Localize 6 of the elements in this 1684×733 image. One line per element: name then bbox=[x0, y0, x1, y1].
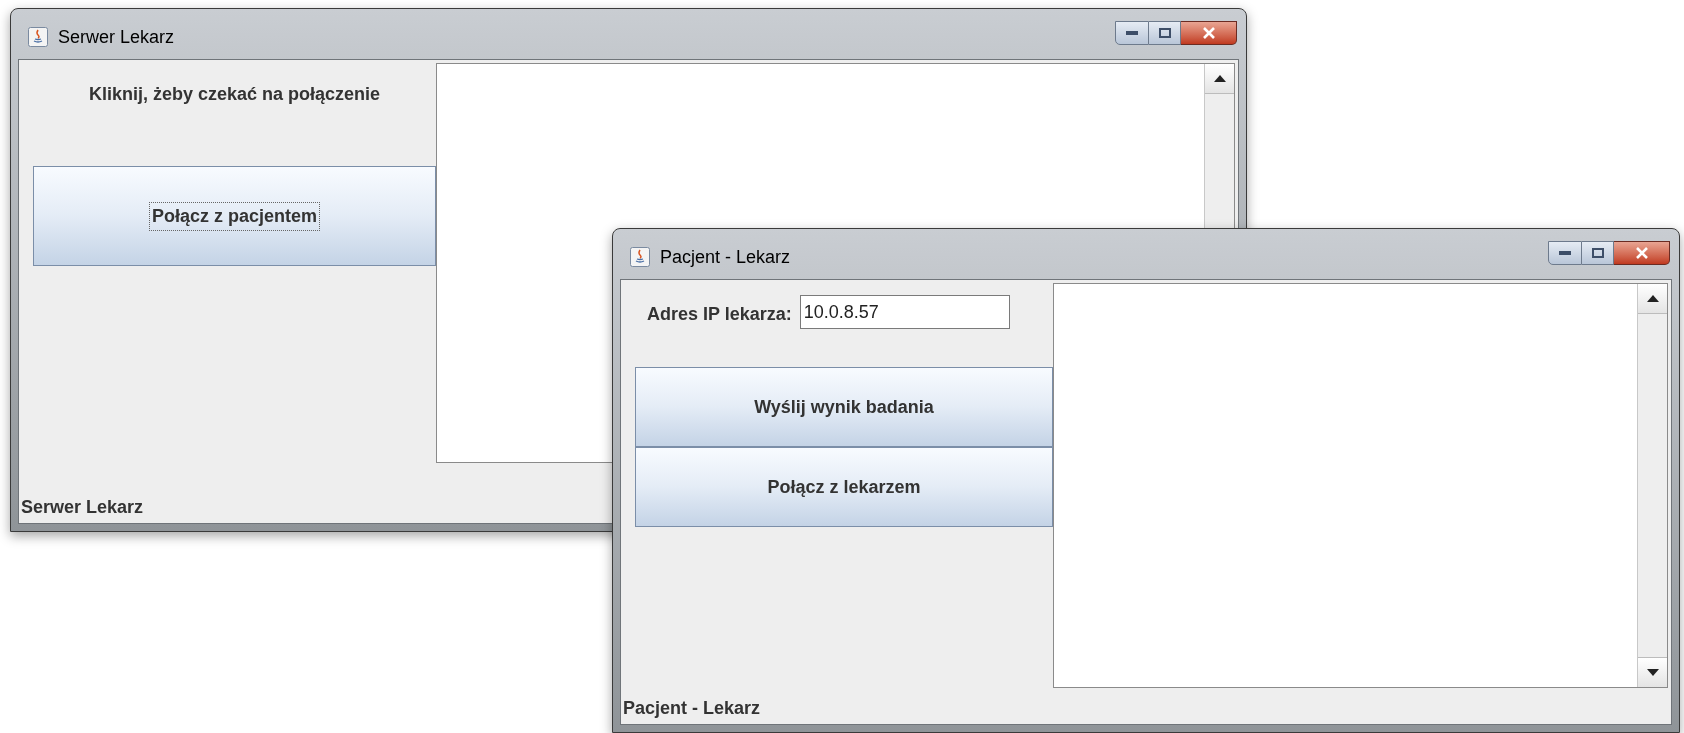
status-text: Pacjent - Lekarz bbox=[623, 697, 761, 720]
window-title: Pacjent - Lekarz bbox=[660, 245, 791, 269]
window-title: Serwer Lekarz bbox=[58, 25, 175, 49]
prompt-text: Kliknij, żeby czekać na połączenie bbox=[88, 83, 381, 106]
field-label: Adres IP lekarza: bbox=[647, 303, 792, 326]
status-text: Serwer Lekarz bbox=[21, 496, 144, 519]
